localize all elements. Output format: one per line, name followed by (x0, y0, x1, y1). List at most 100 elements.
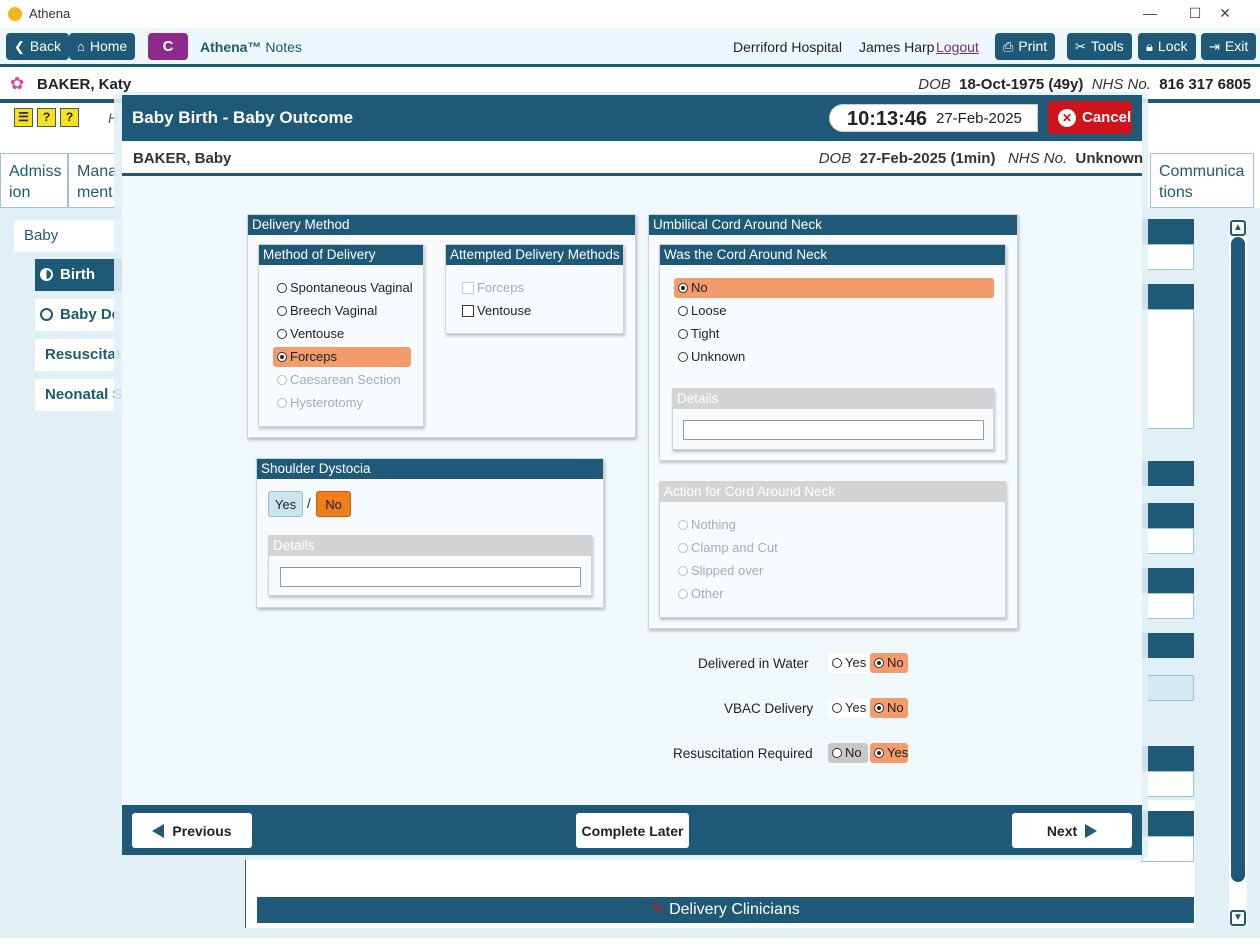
help-icon[interactable]: ? (37, 108, 56, 127)
radio-icon (277, 306, 287, 316)
c-button[interactable]: C (148, 33, 188, 60)
bg-section-body (1141, 771, 1194, 797)
bg-section-body (1141, 593, 1194, 619)
home-button[interactable]: ⌂ Home (69, 33, 136, 60)
baby-info: DOB 27-Feb-2025 (1min) NHS No. Unknown (818, 150, 1143, 167)
cord-option[interactable]: Unknown (674, 347, 874, 367)
resus-no-radio[interactable]: No (828, 743, 868, 763)
exit-button[interactable]: ⇥ Exit (1201, 33, 1257, 60)
attempted-ventouse-checkbox[interactable]: Ventouse (460, 301, 610, 321)
radio-icon (678, 589, 688, 599)
radio-icon (277, 375, 287, 385)
scroll-down-icon[interactable]: ▼ (1230, 910, 1246, 926)
back-button[interactable]: ❮ Back (6, 33, 70, 60)
vbac-yes-radio[interactable]: Yes (828, 698, 868, 718)
radio-checked-icon (678, 283, 688, 293)
details-label: Details (673, 389, 993, 409)
bg-section-header (1141, 811, 1194, 836)
cord-action-group: Action for Cord Around Neck Nothing Clam… (659, 481, 1006, 618)
window-title: Athena (29, 6, 71, 21)
chevron-left-icon: ❮ (14, 39, 25, 54)
action-option: Clamp and Cut (674, 538, 874, 558)
dialog-title: Baby Birth - Baby Outcome (132, 108, 354, 127)
separator: / (307, 496, 311, 511)
method-option[interactable]: Spontaneous Vaginal (273, 278, 413, 298)
scroll-up-icon[interactable]: ▲ (1230, 220, 1246, 236)
print-button[interactable]: ⎙ Print (995, 33, 1056, 60)
water-label: Delivered in Water (698, 656, 809, 671)
action-option: Other (674, 584, 874, 604)
resus-yes-radio[interactable]: Yes (870, 743, 908, 763)
lock-button[interactable]: 🔒︎ Lock (1138, 33, 1196, 60)
circle-icon (40, 308, 53, 321)
patient-name: BAKER, Katy (37, 76, 132, 93)
group-title: Attempted Delivery Methods (446, 245, 623, 265)
close-circle-icon: ✕ (1058, 108, 1076, 127)
nav-baby-details[interactable]: Baby De (35, 299, 125, 331)
shoulder-details-input[interactable] (280, 567, 581, 587)
nav-neonatal[interactable]: Neonatal S (35, 379, 125, 411)
help-icon-2[interactable]: ? (60, 108, 79, 127)
bg-section-body (1141, 244, 1194, 270)
tools-button[interactable]: ✂ Tools (1067, 33, 1132, 60)
nav-resuscitation[interactable]: Resuscitati (35, 339, 125, 371)
panel-title: Shoulder Dystocia (257, 459, 603, 479)
vbac-no-radio[interactable]: No (870, 698, 908, 718)
baby-name: BAKER, Baby (133, 150, 232, 167)
radio-icon (678, 329, 688, 339)
logout-link[interactable]: Logout (936, 39, 979, 55)
method-option[interactable]: Breech Vaginal (273, 301, 413, 321)
lock-icon: 🔒︎ (1146, 39, 1153, 54)
brand-label: Athena™ Notes (200, 39, 302, 55)
delivery-clinicians-header: ✎ Delivery Clinicians (257, 897, 1194, 923)
cord-option[interactable]: Loose (674, 301, 874, 321)
cord-details-input[interactable] (683, 420, 984, 440)
group-title: Method of Delivery (259, 245, 423, 265)
resus-label: Resuscitation Required (673, 746, 813, 761)
previous-button[interactable]: Previous (132, 813, 252, 848)
radio-icon (678, 566, 688, 576)
close-window-icon[interactable]: ✕ (1214, 4, 1236, 24)
flower-icon: ✿ (10, 74, 25, 93)
minimize-icon[interactable]: — (1139, 4, 1161, 24)
shoulder-yes-button[interactable]: Yes (268, 491, 303, 517)
method-of-delivery-group: Method of Delivery Spontaneous Vaginal B… (258, 244, 424, 427)
radio-icon (277, 329, 287, 339)
bg-section-header (1141, 284, 1194, 309)
nav-birth[interactable]: Birth (35, 259, 125, 291)
group-title: Action for Cord Around Neck (660, 482, 1005, 502)
radio-icon (277, 398, 287, 408)
shoulder-dystocia-panel: Shoulder Dystocia Yes / No Details (256, 458, 604, 608)
complete-later-button[interactable]: Complete Later (576, 813, 689, 848)
radio-checked-icon (874, 748, 884, 758)
checkbox-icon (462, 282, 474, 294)
radio-icon (832, 703, 842, 713)
bg-section-header (1141, 568, 1194, 593)
water-yes-radio[interactable]: Yes (828, 653, 868, 673)
patient-info: DOB 18-Oct-1975 (49y) NHS No. 816 317 68… (918, 76, 1251, 93)
maximize-icon[interactable]: ☐ (1184, 4, 1206, 24)
scrollbar-thumb[interactable] (1231, 237, 1245, 882)
nav-baby[interactable]: Baby (14, 220, 124, 252)
tab-admission[interactable]: Admiss ion (0, 153, 68, 208)
window-titlebar (0, 0, 1260, 28)
bg-section-body (1141, 309, 1194, 429)
user-label: James Harp (859, 39, 935, 55)
bg-section-body (1141, 675, 1194, 701)
bg-section-header (1141, 746, 1194, 771)
shoulder-no-button[interactable]: No (316, 491, 351, 517)
home-icon: ⌂ (77, 39, 85, 54)
method-option-selected[interactable]: Forceps (273, 347, 411, 367)
radio-icon (678, 543, 688, 553)
cord-option-selected[interactable]: No (674, 278, 994, 298)
water-no-radio[interactable]: No (870, 653, 908, 673)
radio-checked-icon (277, 352, 287, 362)
notes-icon[interactable]: ☰ (14, 108, 33, 127)
method-option[interactable]: Ventouse (273, 324, 413, 344)
radio-icon (678, 520, 688, 530)
cancel-button[interactable]: ✕ Cancel (1048, 101, 1132, 134)
next-button[interactable]: Next (1012, 813, 1132, 848)
cord-option[interactable]: Tight (674, 324, 874, 344)
tab-communications[interactable]: Communica tions (1150, 153, 1254, 208)
cord-around-neck-group: Was the Cord Around Neck No Loose Tight … (659, 244, 1006, 461)
